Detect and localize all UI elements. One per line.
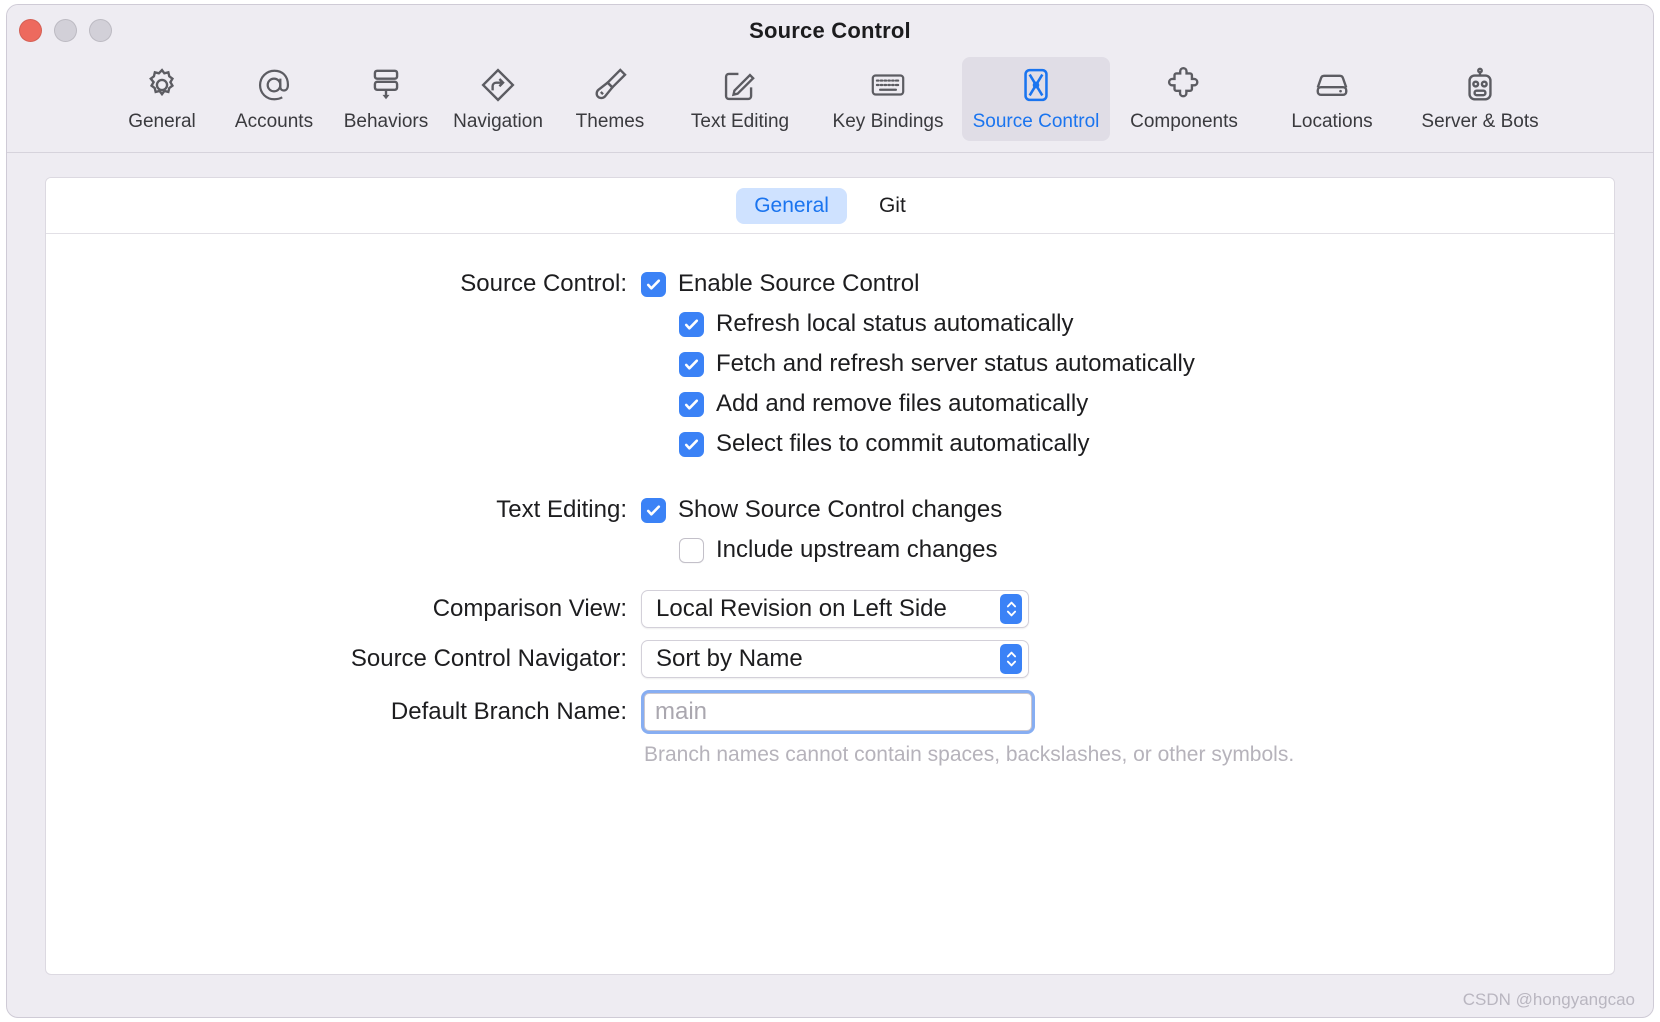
checkbox-label: Include upstream changes	[716, 536, 998, 563]
toolbar-label: Behaviors	[343, 111, 429, 132]
text-editing-label: Text Editing:	[496, 496, 627, 523]
checkbox-include-upstream-changes[interactable]	[679, 537, 704, 563]
checkbox-label: Show Source Control changes	[678, 496, 1003, 523]
preferences-window: Source Control General Accounts Behavior…	[6, 4, 1654, 1018]
toolbar-item-server-and-bots[interactable]: Server & Bots	[1406, 57, 1554, 141]
toolbar-item-general[interactable]: General	[106, 57, 218, 141]
row-source-control-navigator: Source Control Navigator: Sort by Name	[46, 640, 1614, 678]
toolbar-label: Locations	[1291, 111, 1373, 132]
branch-name-input[interactable]	[644, 693, 1032, 731]
toolbar-label: Server & Bots	[1421, 111, 1539, 132]
tab-git[interactable]: Git	[861, 188, 924, 224]
toolbar-label: Source Control	[972, 111, 1100, 132]
row-refresh-local-status: Refresh local status automatically	[46, 310, 1614, 338]
checkbox-enable-source-control[interactable]	[641, 271, 666, 297]
maximize-button[interactable]	[89, 19, 112, 42]
branch-name-field-focus-ring	[641, 690, 1035, 734]
disk-drive-icon	[1313, 63, 1351, 107]
branch-name-label: Default Branch Name:	[390, 698, 627, 725]
checkbox-label: Fetch and refresh server status automati…	[716, 350, 1195, 377]
toolbar-item-locations[interactable]: Locations	[1258, 57, 1406, 141]
window-title: Source Control	[749, 18, 911, 43]
checkbox-fetch-refresh-server-status[interactable]	[679, 351, 704, 377]
at-sign-icon	[255, 63, 293, 107]
toolbar-item-text-editing[interactable]: Text Editing	[666, 57, 814, 141]
row-show-source-control-changes: Text Editing: Show Source Control change…	[46, 496, 1614, 524]
chevron-up-down-icon[interactable]	[1000, 594, 1022, 624]
chevron-up-down-icon[interactable]	[1000, 644, 1022, 674]
toolbar-label: Navigation	[453, 111, 543, 132]
settings-panel: General Git Source Control: Enable Sourc…	[45, 177, 1615, 975]
window-controls	[19, 19, 112, 42]
minimize-button[interactable]	[54, 19, 77, 42]
tab-general[interactable]: General	[736, 187, 847, 224]
pencil-square-icon	[721, 63, 759, 107]
toolbar-label: Accounts	[234, 111, 314, 132]
checkbox-add-remove-files[interactable]	[679, 391, 704, 417]
checkbox-label: Select files to commit automatically	[716, 430, 1090, 457]
checkbox-label: Refresh local status automatically	[716, 310, 1074, 337]
branch-name-helper-text: Branch names cannot contain spaces, back…	[644, 743, 1295, 766]
row-fetch-refresh-server-status: Fetch and refresh server status automati…	[46, 350, 1614, 378]
preferences-toolbar: General Accounts Behaviors Navigation Th…	[7, 57, 1653, 153]
source-control-icon	[1017, 63, 1055, 107]
row-add-remove-files: Add and remove files automatically	[46, 390, 1614, 418]
navigator-sort-select[interactable]: Sort by Name	[641, 640, 1029, 678]
checkbox-refresh-local-status[interactable]	[679, 311, 704, 337]
comparison-view-value: Local Revision on Left Side	[656, 595, 947, 622]
comparison-view-select[interactable]: Local Revision on Left Side	[641, 590, 1029, 628]
toolbar-item-key-bindings[interactable]: Key Bindings	[814, 57, 962, 141]
checkbox-label: Add and remove files automatically	[716, 390, 1089, 417]
segmented-tabs: General Git	[46, 178, 1614, 234]
toolbar-label: Components	[1130, 111, 1238, 132]
gear-icon	[143, 63, 181, 107]
row-enable-source-control: Source Control: Enable Source Control	[46, 270, 1614, 298]
row-select-files-to-commit: Select files to commit automatically	[46, 430, 1614, 458]
row-include-upstream-changes: Include upstream changes	[46, 536, 1614, 564]
toolbar-item-navigation[interactable]: Navigation	[442, 57, 554, 141]
toolbar-item-components[interactable]: Components	[1110, 57, 1258, 141]
toolbar-item-behaviors[interactable]: Behaviors	[330, 57, 442, 141]
settings-form: Source Control: Enable Source Control Re…	[46, 234, 1614, 974]
checkbox-show-source-control-changes[interactable]	[641, 497, 666, 523]
titlebar: Source Control	[7, 5, 1653, 57]
row-default-branch-name: Default Branch Name:	[46, 690, 1614, 734]
row-comparison-view: Comparison View: Local Revision on Left …	[46, 590, 1614, 628]
navigation-arrow-icon	[479, 63, 517, 107]
puzzle-piece-icon	[1165, 63, 1203, 107]
toolbar-label: Themes	[575, 111, 645, 132]
panel-container: General Git Source Control: Enable Sourc…	[7, 153, 1653, 1017]
toolbar-label: Key Bindings	[832, 111, 944, 132]
toolbar-item-themes[interactable]: Themes	[554, 57, 666, 141]
navigator-label: Source Control Navigator:	[350, 645, 627, 672]
navigator-value: Sort by Name	[656, 645, 803, 672]
close-button[interactable]	[19, 19, 42, 42]
paintbrush-icon	[591, 63, 629, 107]
behaviors-icon	[367, 63, 405, 107]
source-control-label: Source Control:	[460, 270, 627, 297]
toolbar-label: General	[128, 111, 196, 132]
watermark: CSDN @hongyangcao	[1462, 990, 1635, 1009]
robot-icon	[1461, 63, 1499, 107]
toolbar-label: Text Editing	[690, 111, 790, 132]
toolbar-item-source-control[interactable]: Source Control	[962, 57, 1110, 141]
checkbox-label: Enable Source Control	[678, 270, 920, 297]
checkbox-select-files-to-commit[interactable]	[679, 431, 704, 457]
comparison-view-label: Comparison View:	[432, 595, 627, 622]
keyboard-icon	[869, 63, 907, 107]
toolbar-item-accounts[interactable]: Accounts	[218, 57, 330, 141]
